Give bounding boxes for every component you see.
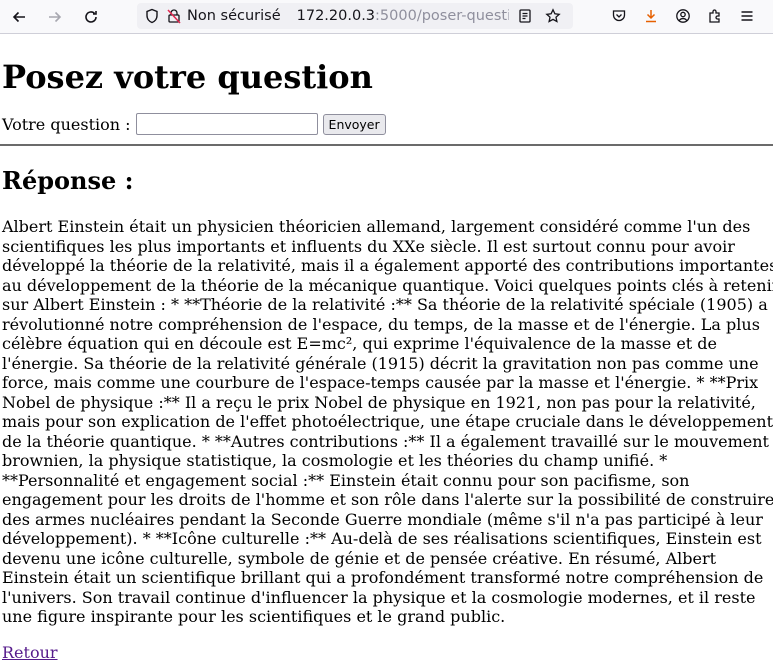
divider [0,144,773,147]
reload-icon[interactable] [78,4,104,30]
insecure-lock-icon[interactable] [163,5,185,27]
browser-toolbar: Non sécurisé 172.20.0.3:5000/poser-quest… [0,0,773,34]
url-host: 172.20.0.3 [296,8,376,24]
bookmark-star-icon[interactable] [542,5,564,27]
answer-text: Albert Einstein était un physicien théor… [2,217,773,627]
url-text[interactable]: 172.20.0.3:5000/poser-questio [297,8,509,24]
page-title: Posez votre question [2,58,373,96]
shield-icon[interactable] [141,5,163,27]
question-input[interactable] [135,113,318,136]
url-path: :5000/poser-questio [375,8,509,24]
page-content: Posez votre question Votre question : En… [0,58,773,662]
address-bar[interactable]: Non sécurisé 172.20.0.3:5000/poser-quest… [137,3,573,29]
question-label: Votre question : [2,114,131,134]
download-icon[interactable] [638,3,664,29]
forward-arrow-icon [42,4,68,30]
reader-view-icon[interactable] [514,5,536,27]
security-label[interactable]: Non sécurisé [187,8,281,24]
extensions-icon[interactable] [702,3,728,29]
account-icon[interactable] [670,3,696,29]
submit-button[interactable]: Envoyer [322,113,386,135]
back-link[interactable]: Retour [2,643,771,662]
menu-icon[interactable] [734,3,760,29]
pocket-icon[interactable] [606,3,632,29]
question-form: Votre question : Envoyer [2,113,771,136]
back-arrow-icon[interactable] [6,4,32,30]
answer-heading: Réponse : [2,166,134,196]
